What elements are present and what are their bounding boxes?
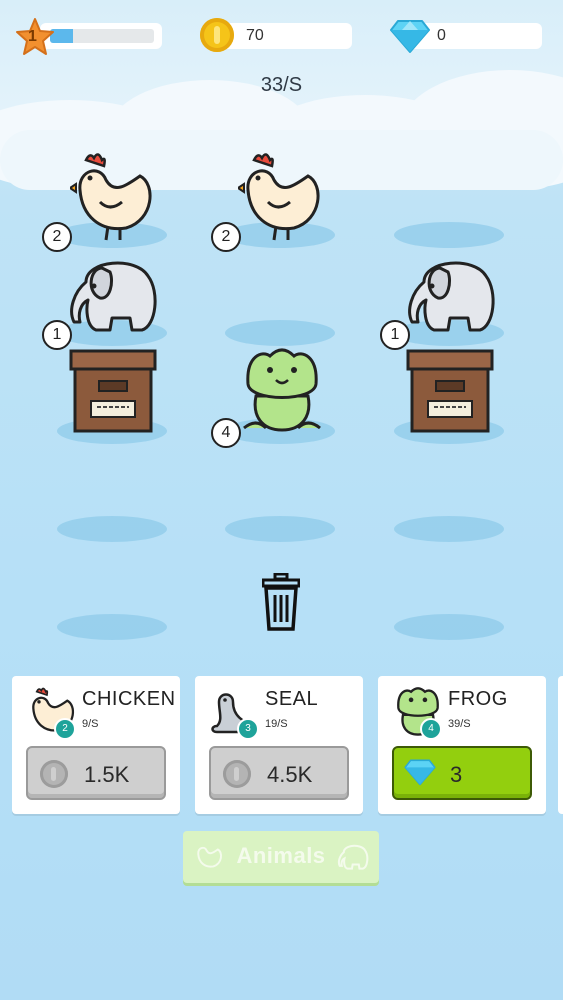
animal-level-badge: 1: [380, 320, 410, 350]
shop-card-chicken: 2 CHICKEN 9/S 1.5K: [12, 676, 180, 814]
trash-icon[interactable]: [262, 573, 300, 631]
elephant-icon: [337, 844, 369, 870]
diamond-icon: [404, 759, 436, 786]
buy-price: 4.5K: [267, 762, 313, 787]
coin-count: 70: [246, 27, 264, 44]
buy-frog-button[interactable]: 3: [392, 746, 532, 800]
shop-card-next[interactable]: [558, 676, 563, 814]
card-income-rate: 9/S: [82, 718, 99, 730]
player-level: 1: [28, 28, 37, 45]
card-animal-name: SEAL: [265, 688, 319, 710]
animal-level-badge: 1: [42, 320, 72, 350]
slot-shadow[interactable]: [57, 614, 167, 640]
buy-chicken-button[interactable]: 1.5K: [26, 746, 166, 800]
buy-price: 1.5K: [84, 762, 130, 787]
income-rate: 33/S: [260, 74, 303, 96]
frog-sprite[interactable]: [242, 346, 322, 436]
buy-seal-button[interactable]: 4.5K: [209, 746, 349, 800]
card-animal-name: CHICKEN: [82, 688, 176, 710]
card-level-badge: 3: [237, 718, 259, 740]
animal-level-badge: 2: [42, 222, 72, 252]
shop-card-frog: 4 FROG 39/S 3: [378, 676, 546, 814]
shop-card-seal: 3 SEAL 19/S 4.5K: [195, 676, 363, 814]
slot-shadow[interactable]: [394, 614, 504, 640]
card-income-rate: 39/S: [448, 718, 471, 730]
card-level-badge: 4: [420, 718, 442, 740]
slot-shadow[interactable]: [394, 516, 504, 542]
xp-progress-bar: [50, 29, 154, 43]
slot-shadow[interactable]: [57, 516, 167, 542]
slot-shadow[interactable]: [225, 516, 335, 542]
buy-price: 3: [450, 762, 463, 787]
card-income-rate: 19/S: [265, 718, 288, 730]
chicken-sprite[interactable]: [70, 150, 156, 242]
card-level-badge: 2: [54, 718, 76, 740]
slot-shadow[interactable]: [225, 320, 335, 346]
gem-count: 0: [437, 27, 446, 44]
card-animal-name: FROG: [448, 688, 508, 710]
elephant-sprite[interactable]: [404, 252, 498, 334]
chicken-sprite[interactable]: [238, 150, 324, 242]
crate-sprite[interactable]: [69, 347, 157, 435]
crate-sprite[interactable]: [406, 347, 494, 435]
animal-level-badge: 2: [211, 222, 241, 252]
diamond-icon: [390, 20, 430, 53]
slot-shadow[interactable]: [394, 222, 504, 248]
animals-button[interactable]: Animals: [183, 831, 379, 883]
animal-level-badge: 4: [211, 418, 241, 448]
elephant-sprite[interactable]: [66, 252, 160, 334]
